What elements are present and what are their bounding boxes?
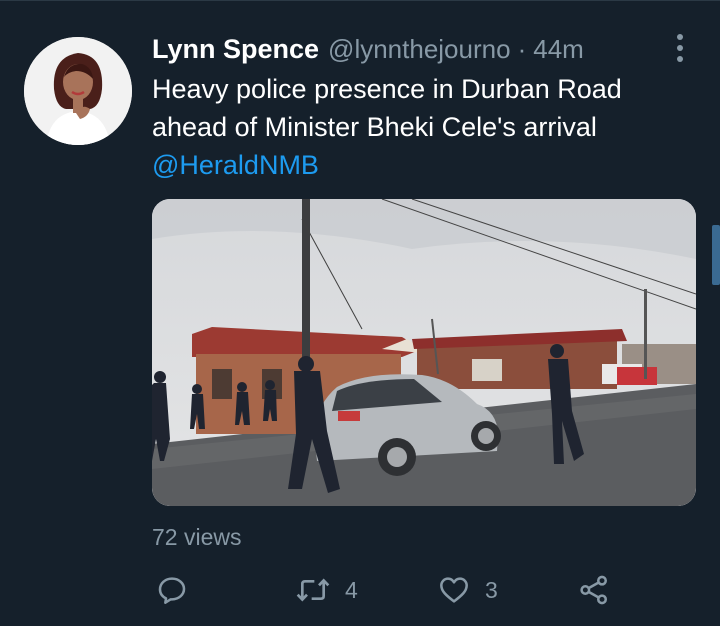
tweet-text: Heavy police presence in Durban Road ahe… (152, 70, 692, 184)
mention-link[interactable]: @HeraldNMB (152, 146, 692, 184)
retweet-count: 4 (345, 576, 358, 603)
author-handle[interactable]: @lynnthejourno (328, 34, 511, 65)
tweet-text-line2: ahead of Minister Bheki Cele's arrival (152, 112, 597, 142)
header-separator: · (517, 33, 527, 64)
tweet-actions: 4 3 (152, 566, 652, 622)
share-button[interactable] (578, 574, 610, 606)
avatar[interactable] (24, 37, 132, 145)
share-icon (580, 575, 607, 605)
author-name[interactable]: Lynn Spence (152, 34, 319, 65)
tweet-header: Lynn Spence @lynnthejourno · 44m (152, 32, 584, 66)
retweet-button[interactable]: 4 (295, 574, 358, 606)
view-count: 72 views (152, 524, 242, 550)
reply-button[interactable] (156, 574, 188, 606)
top-divider (0, 0, 720, 1)
street-scene-image (152, 199, 696, 506)
timestamp[interactable]: 44m (533, 34, 584, 65)
tweet-media-photo[interactable] (152, 199, 696, 506)
heart-icon (440, 577, 468, 603)
comment-icon (158, 577, 186, 604)
scrollbar-thumb[interactable] (712, 225, 720, 285)
tweet-text-line1: Heavy police presence in Durban Road (152, 74, 622, 104)
more-vertical-icon[interactable] (673, 34, 687, 70)
like-button[interactable]: 3 (437, 574, 498, 606)
like-count: 3 (485, 576, 498, 603)
avatar-photo (24, 37, 132, 145)
retweet-icon (296, 578, 330, 602)
